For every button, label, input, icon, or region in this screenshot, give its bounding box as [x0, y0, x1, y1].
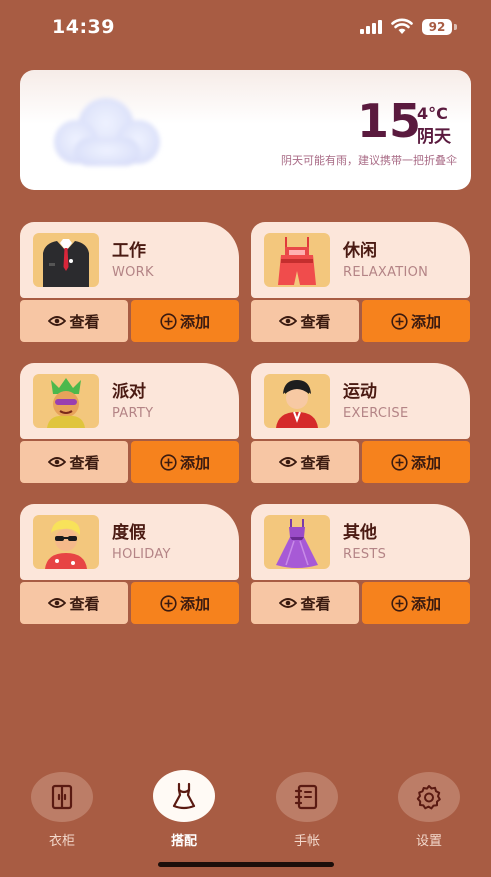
- add-button-label: 添加: [179, 453, 210, 472]
- status-time: 14:39: [52, 16, 115, 38]
- tab-notebook[interactable]: 手帐: [272, 772, 342, 849]
- add-button[interactable]: 添加: [362, 300, 470, 342]
- add-button-label: 添加: [410, 594, 441, 613]
- view-button-label: 查看: [300, 312, 331, 331]
- notebook-icon: [294, 784, 318, 810]
- view-button-label: 查看: [69, 594, 100, 613]
- party-costume-icon: [33, 374, 99, 428]
- battery-indicator: 92: [422, 19, 452, 35]
- battery-tip: [454, 24, 457, 30]
- category-header[interactable]: 运动 EXERCISE: [251, 363, 470, 439]
- status-bar: 14:39 92: [0, 0, 491, 56]
- category-header[interactable]: 其他 RESTS: [251, 504, 470, 580]
- category-title: 工作: [112, 241, 146, 261]
- add-button[interactable]: 添加: [131, 300, 239, 342]
- weather-card: 15 4°C 阴天 阴天可能有雨，建议携带一把折叠伞: [20, 70, 471, 190]
- category-title: 运动: [343, 382, 377, 402]
- category-subtitle: HOLIDAY: [112, 547, 171, 562]
- eye-icon: [48, 457, 67, 467]
- view-button[interactable]: 查看: [20, 582, 128, 624]
- add-button-label: 添加: [179, 594, 210, 613]
- eye-icon: [279, 457, 298, 467]
- tab-label: 搭配: [170, 834, 197, 849]
- temperature-unit: 4°C: [417, 104, 448, 123]
- category-title: 其他: [343, 523, 377, 543]
- cloud-icon: [54, 98, 160, 166]
- eye-icon: [48, 316, 67, 326]
- tab-label: 衣柜: [48, 834, 75, 849]
- tab-outfit[interactable]: 搭配: [149, 770, 219, 849]
- add-button[interactable]: 添加: [362, 441, 470, 483]
- view-button[interactable]: 查看: [20, 441, 128, 483]
- eye-icon: [279, 316, 298, 326]
- view-button-label: 查看: [69, 453, 100, 472]
- vacation-outfit-icon: [33, 515, 99, 569]
- weather-tip: 阴天可能有雨，建议携带一把折叠伞: [281, 154, 457, 167]
- plus-circle-icon: [160, 453, 177, 471]
- tab-label: 设置: [415, 834, 442, 849]
- dress-icon: [264, 515, 330, 569]
- category-header[interactable]: 派对 PARTY: [20, 363, 239, 439]
- category-subtitle: RELAXATION: [343, 265, 429, 280]
- category-subtitle: PARTY: [112, 406, 154, 421]
- category-subtitle: RESTS: [343, 547, 387, 562]
- view-button[interactable]: 查看: [251, 441, 359, 483]
- view-button[interactable]: 查看: [251, 300, 359, 342]
- category-title: 休闲: [343, 241, 377, 261]
- add-button-label: 添加: [410, 312, 441, 331]
- plus-circle-icon: [160, 594, 177, 612]
- view-button[interactable]: 查看: [251, 582, 359, 624]
- temperature-value: 15: [357, 94, 422, 148]
- category-card-rests: 其他 RESTS 查看 添加: [251, 504, 470, 624]
- add-button[interactable]: 添加: [131, 582, 239, 624]
- eye-icon: [279, 598, 298, 608]
- home-indicator: [158, 862, 334, 867]
- category-subtitle: WORK: [112, 265, 154, 280]
- weather-condition: 阴天: [417, 127, 451, 147]
- category-title: 派对: [112, 382, 146, 402]
- plus-circle-icon: [391, 312, 408, 330]
- tab-bar: 衣柜 搭配 手帐 设置: [0, 760, 491, 877]
- add-button[interactable]: 添加: [362, 582, 470, 624]
- category-card-relaxation: 休闲 RELAXATION 查看 添加: [251, 222, 470, 342]
- tab-wardrobe[interactable]: 衣柜: [27, 772, 97, 849]
- category-subtitle: EXERCISE: [343, 406, 409, 421]
- tab-label: 手帐: [293, 834, 320, 849]
- sportswear-icon: [264, 374, 330, 428]
- cellular-signal-icon: [360, 20, 384, 34]
- view-button-label: 查看: [300, 594, 331, 613]
- category-header[interactable]: 休闲 RELAXATION: [251, 222, 470, 298]
- plus-circle-icon: [160, 312, 177, 330]
- add-button-label: 添加: [179, 312, 210, 331]
- add-button-label: 添加: [410, 453, 441, 472]
- gear-icon: [416, 785, 441, 810]
- add-button[interactable]: 添加: [131, 441, 239, 483]
- category-header[interactable]: 工作 WORK: [20, 222, 239, 298]
- wardrobe-icon: [51, 784, 73, 810]
- plus-circle-icon: [391, 453, 408, 471]
- suit-icon: [33, 233, 99, 287]
- view-button-label: 查看: [69, 312, 100, 331]
- tab-settings[interactable]: 设置: [394, 772, 464, 849]
- category-card-party: 派对 PARTY 查看 添加: [20, 363, 239, 483]
- eye-icon: [48, 598, 67, 608]
- category-card-work: 工作 WORK 查看 添加: [20, 222, 239, 342]
- overalls-icon: [264, 233, 330, 287]
- category-title: 度假: [112, 523, 146, 543]
- category-header[interactable]: 度假 HOLIDAY: [20, 504, 239, 580]
- view-button-label: 查看: [300, 453, 331, 472]
- view-button[interactable]: 查看: [20, 300, 128, 342]
- outfit-icon: [172, 782, 196, 810]
- wifi-icon: [391, 18, 413, 34]
- category-card-holiday: 度假 HOLIDAY 查看 添加: [20, 504, 239, 624]
- plus-circle-icon: [391, 594, 408, 612]
- category-card-exercise: 运动 EXERCISE 查看 添加: [251, 363, 470, 483]
